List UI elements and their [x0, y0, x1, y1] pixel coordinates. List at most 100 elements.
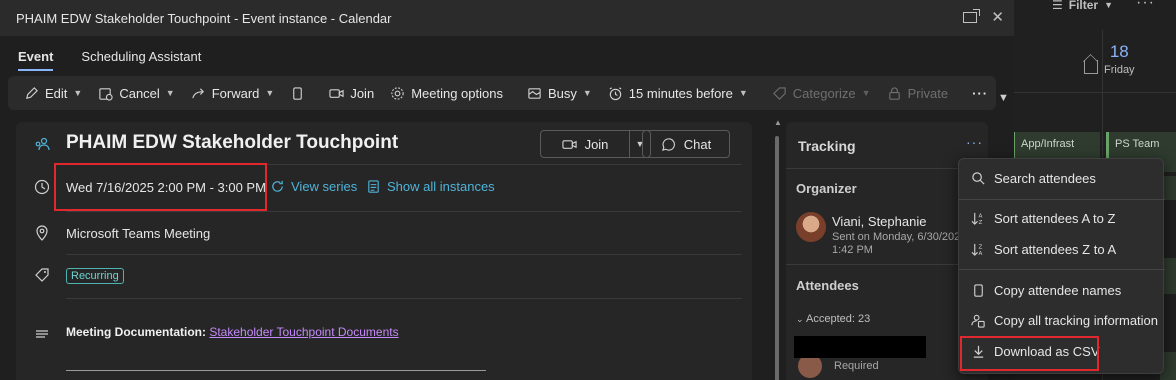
- show-all-instances-link[interactable]: Show all instances: [366, 179, 495, 194]
- chevron-down-icon: ▼: [738, 88, 748, 98]
- highlight-box: [960, 336, 1099, 371]
- categorize-label: Categorize: [792, 85, 856, 101]
- edit-label: Edit: [45, 85, 68, 101]
- filter-lines-icon: ☰: [1052, 0, 1063, 12]
- filter-label: Filter: [1068, 0, 1099, 12]
- menu-separator: [959, 269, 1165, 270]
- menu-item-copy-attendee-names[interactable]: Copy attendee names: [959, 276, 1165, 304]
- refresh-icon: [270, 179, 285, 194]
- day-header[interactable]: 18 Friday: [1104, 42, 1135, 76]
- title-bar: PHAIM EDW Stakeholder Touchpoint - Event…: [0, 0, 1014, 36]
- location-pin-icon: [34, 225, 50, 244]
- chevron-down-icon: ▼: [1104, 0, 1114, 10]
- people-copy-icon: [971, 313, 986, 328]
- tab-scheduling-assistant[interactable]: Scheduling Assistant: [81, 49, 201, 74]
- highlight-box: [54, 163, 267, 211]
- sent-time: 1:42 PM: [832, 244, 873, 256]
- accepted-group[interactable]: ⌄ Accepted: 23: [796, 313, 870, 325]
- edit-button[interactable]: Edit ▼: [16, 80, 90, 106]
- event-details: PHAIM EDW Stakeholder Touchpoint Join ▼ …: [16, 122, 752, 380]
- chevron-down-icon: ▼: [265, 88, 275, 98]
- search-icon: [971, 171, 986, 186]
- tab-event[interactable]: Event: [18, 49, 54, 74]
- svg-text:A: A: [979, 213, 983, 219]
- tracking-menu: Search attendees AZ Sort attendees A to …: [958, 158, 1165, 374]
- private-button[interactable]: Private: [879, 80, 956, 106]
- meeting-options-label: Meeting options: [411, 85, 503, 101]
- menu-item-sort-z-a[interactable]: ZA Sort attendees Z to A: [959, 235, 1165, 263]
- gear-icon: [390, 86, 405, 101]
- view-series-link[interactable]: View series: [270, 179, 357, 194]
- sort-za-icon: ZA: [971, 242, 986, 257]
- organizer-heading: Organizer: [796, 181, 857, 196]
- tracking-more-button[interactable]: ···: [966, 134, 983, 150]
- join-button[interactable]: Join: [540, 130, 630, 158]
- filter-button[interactable]: ☰ Filter ▼: [1052, 0, 1113, 12]
- categorize-button[interactable]: Categorize ▼: [764, 80, 879, 106]
- menu-item-label: Sort attendees A to Z: [994, 210, 1116, 226]
- more-options-icon[interactable]: ···: [1136, 0, 1155, 12]
- chevron-down-icon: ▼: [582, 88, 592, 98]
- redacted-block: [794, 336, 926, 358]
- event-location: Microsoft Teams Meeting: [66, 226, 211, 241]
- window-title: PHAIM EDW Stakeholder Touchpoint - Event…: [16, 10, 392, 26]
- chevron-down-icon: ⌄: [796, 314, 804, 324]
- view-series-label: View series: [291, 179, 358, 194]
- busy-label: Busy: [547, 85, 577, 101]
- join-label: Join: [584, 136, 609, 152]
- forward-button[interactable]: Forward ▼: [183, 80, 283, 106]
- event-subject: PHAIM EDW Stakeholder Touchpoint: [66, 132, 399, 153]
- more-icon: ···: [972, 85, 989, 101]
- chat-button[interactable]: Chat: [642, 130, 730, 158]
- menu-item-sort-a-z[interactable]: AZ Sort attendees A to Z: [959, 204, 1165, 232]
- meeting-documentation: Meeting Documentation: Stakeholder Touch…: [66, 325, 399, 339]
- organizer-name[interactable]: Viani, Stephanie: [832, 214, 926, 229]
- join-label: Join: [350, 85, 375, 101]
- show-all-instances-label: Show all instances: [387, 179, 495, 194]
- people-icon: [34, 136, 50, 155]
- pop-out-icon[interactable]: [963, 9, 981, 23]
- more-actions-button[interactable]: ···: [964, 80, 996, 106]
- divider: [66, 370, 486, 371]
- cancel-button[interactable]: Cancel ▼: [90, 80, 182, 106]
- attendees-heading: Attendees: [796, 278, 859, 293]
- menu-item-label: Search attendees: [994, 170, 1096, 186]
- join-toolbar-button[interactable]: Join: [321, 80, 382, 106]
- menu-item-search-attendees[interactable]: Search attendees: [959, 164, 1165, 192]
- sort-az-icon: AZ: [971, 211, 986, 226]
- menu-item-copy-tracking-info[interactable]: Copy all tracking information: [959, 306, 1165, 334]
- scroll-thumb[interactable]: [775, 136, 779, 380]
- chat-bubble-icon: [661, 137, 676, 152]
- chevron-down-icon[interactable]: ▼: [998, 92, 1009, 104]
- meeting-options-button[interactable]: Meeting options: [382, 80, 511, 106]
- copy-icon: [971, 283, 986, 298]
- svg-text:Z: Z: [979, 220, 983, 226]
- pencil-icon: [24, 86, 39, 101]
- toolbar: Edit ▼ Cancel ▼ Forward ▼ Join Meeting o…: [8, 76, 996, 110]
- busy-dropdown[interactable]: Busy ▼: [519, 80, 600, 106]
- forward-label: Forward: [211, 85, 260, 101]
- tag-icon: [34, 267, 50, 286]
- attendee-role: Required: [834, 360, 879, 372]
- copy-button[interactable]: [282, 80, 313, 106]
- doc-label: Meeting Documentation:: [66, 325, 206, 339]
- close-icon[interactable]: ✕: [991, 10, 1004, 25]
- scroll-up-icon[interactable]: ▲: [774, 118, 782, 127]
- menu-separator: [959, 199, 1165, 200]
- recurring-badge: Recurring: [66, 268, 124, 284]
- video-icon: [561, 137, 577, 152]
- documents-link[interactable]: Stakeholder Touchpoint Documents: [209, 325, 398, 339]
- event-title: App/Infrast: [1021, 138, 1075, 150]
- calendar-top-bar: ☰ Filter ▼ ···: [1012, 0, 1176, 14]
- document-list-icon: [366, 179, 381, 194]
- reminder-dropdown[interactable]: 15 minutes before ▼: [600, 80, 756, 106]
- scrollbar[interactable]: ▲: [774, 118, 782, 380]
- copy-icon: [290, 86, 305, 101]
- chat-label: Chat: [683, 136, 712, 152]
- chevron-down-icon: ▼: [165, 88, 175, 98]
- chevron-down-icon: ▼: [861, 88, 871, 98]
- lock-icon: [887, 86, 902, 101]
- home-icon: [1084, 60, 1098, 74]
- calendar-cancel-icon: [98, 86, 113, 101]
- avatar: [796, 212, 826, 242]
